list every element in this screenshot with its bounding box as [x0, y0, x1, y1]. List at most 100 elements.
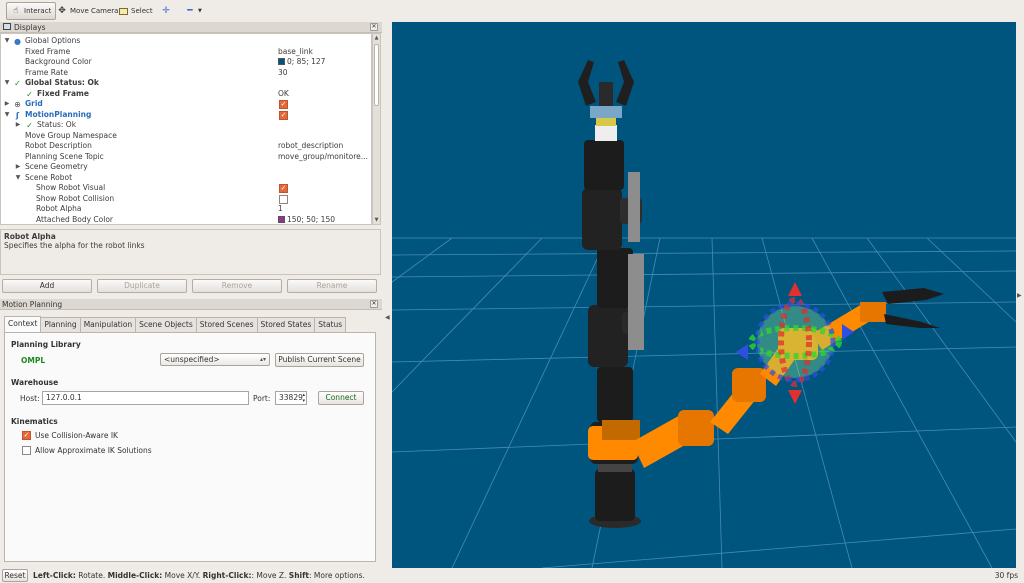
grid-enabled-checkbox[interactable]: ✓: [279, 100, 288, 109]
port-label: Port:: [253, 394, 271, 403]
focus-camera-tool-button[interactable]: ✛: [156, 2, 179, 20]
tree-row-show-robot-collision[interactable]: Show Robot Collision: [1, 193, 371, 205]
publish-current-scene-button[interactable]: Publish Current Scene: [275, 353, 364, 367]
planning-library-heading: Planning Library: [11, 340, 81, 349]
check-icon: ✓: [23, 431, 30, 439]
tree-value[interactable]: 30: [278, 68, 288, 79]
expand-down-icon[interactable]: ▼: [3, 78, 11, 89]
tree-row-grid[interactable]: ▶ ⊕ Grid ✓: [1, 99, 371, 110]
tree-row-scene-geometry[interactable]: ▶ Scene Geometry: [1, 162, 371, 173]
expand-right-icon[interactable]: ▶: [14, 120, 22, 131]
tree-value-color[interactable]: 150; 50; 150: [278, 214, 335, 225]
expand-down-icon[interactable]: ▼: [3, 110, 11, 121]
expand-right-icon[interactable]: ▶: [14, 162, 22, 173]
minus-icon: ━: [187, 6, 193, 16]
scroll-down-icon[interactable]: ▼: [373, 217, 380, 223]
collision-aware-ik-checkbox[interactable]: ✓: [22, 431, 31, 440]
rename-button[interactable]: Rename: [287, 279, 377, 293]
color-value: 150; 50; 150: [287, 214, 335, 224]
tab-scene-objects[interactable]: Scene Objects: [135, 317, 197, 332]
tree-row-scene-robot[interactable]: ▼ Scene Robot: [1, 173, 371, 184]
render-viewport[interactable]: [392, 22, 1016, 568]
expand-down-icon[interactable]: ▼: [14, 173, 22, 184]
tree-label: Robot Alpha: [36, 204, 82, 213]
tab-status[interactable]: Status: [314, 317, 347, 332]
tab-manipulation[interactable]: Manipulation: [79, 317, 137, 332]
right-panel-edge[interactable]: ▶: [1016, 22, 1024, 568]
tree-label: Show Robot Collision: [36, 193, 115, 203]
tree-row-status-ok[interactable]: ▶ ✓ Status: Ok: [1, 120, 371, 131]
tree-label: Show Robot Visual: [36, 183, 106, 192]
displays-tree[interactable]: ▼ ● Global Options Fixed Frame base_link…: [0, 33, 372, 225]
expand-right-icon[interactable]: ▶: [1017, 292, 1022, 299]
motion-planning-enabled-checkbox[interactable]: ✓: [279, 110, 288, 120]
select-label: Select: [131, 7, 153, 15]
tree-value[interactable]: move_group/monitore...: [278, 152, 368, 163]
tree-row-planning-scene-topic[interactable]: Planning Scene Topic move_group/monitore…: [1, 151, 371, 163]
hint-right-action: : Move Z.: [251, 571, 289, 580]
tree-label: Grid: [25, 99, 43, 108]
approximate-ik-checkbox[interactable]: [22, 446, 31, 455]
tree-row-attached-body-color[interactable]: Attached Body Color 150; 50; 150: [1, 214, 371, 225]
tab-planning[interactable]: Planning: [40, 317, 81, 332]
main-toolbar: ☝ Interact ✥ Move Camera Select ✛ ━ ▼: [0, 0, 1024, 22]
tree-label: Frame Rate: [25, 67, 68, 77]
approximate-ik-label: Allow Approximate IK Solutions: [35, 446, 152, 455]
host-input[interactable]: 127.0.0.1: [42, 391, 249, 405]
motion-planning-panel-header: Motion Planning ✕: [0, 299, 382, 310]
displays-title: Displays: [14, 23, 46, 32]
planner-select[interactable]: <unspecified> ▴▾: [160, 353, 270, 366]
close-icon[interactable]: ✕: [370, 23, 378, 31]
scroll-up-icon[interactable]: ▲: [373, 35, 380, 41]
tree-row-frame-rate[interactable]: Frame Rate 30: [1, 67, 371, 79]
close-icon[interactable]: ✕: [370, 300, 378, 308]
check-icon: ✓: [26, 121, 33, 130]
tree-value[interactable]: base_link: [278, 47, 313, 58]
connect-button[interactable]: Connect: [318, 391, 364, 405]
tree-row-show-robot-visual[interactable]: Show Robot Visual ✓: [1, 183, 371, 194]
fps-counter: 30 fps: [994, 571, 1018, 580]
show-robot-visual-checkbox[interactable]: ✓: [279, 184, 288, 193]
interact-tool-button[interactable]: ☝ Interact: [6, 2, 57, 20]
scrollbar-thumb[interactable]: [374, 44, 379, 106]
duplicate-button[interactable]: Duplicate: [97, 279, 187, 293]
tree-row-global-status[interactable]: ▼ ✓ Global Status: Ok: [1, 78, 371, 89]
monitor-icon: [3, 23, 11, 30]
show-robot-collision-checkbox[interactable]: [279, 194, 288, 204]
motion-planning-title: Motion Planning: [2, 300, 63, 309]
scene-3d: [392, 60, 1016, 568]
hint-middle-click: Middle-Click:: [107, 571, 163, 580]
tree-label: Planning Scene Topic: [25, 151, 104, 161]
tree-value[interactable]: 1: [278, 204, 283, 215]
remove-button[interactable]: Remove: [192, 279, 282, 293]
tree-label: Global Options: [25, 36, 81, 45]
reset-button[interactable]: Reset: [2, 569, 28, 582]
property-description: Robot Alpha Specifies the alpha for the …: [0, 229, 381, 275]
add-tool-dropdown[interactable]: ━ ▼: [180, 2, 207, 20]
displays-scrollbar[interactable]: ▲ ▼: [372, 33, 381, 225]
description-title: Robot Alpha: [4, 232, 56, 241]
port-spinbox[interactable]: 33829 ▴ ▾: [275, 391, 307, 405]
tree-row-fixed-frame[interactable]: Fixed Frame base_link: [1, 47, 371, 58]
host-label: Host:: [20, 394, 40, 403]
tree-value[interactable]: robot_description: [278, 141, 343, 152]
select-tool-button[interactable]: Select: [114, 2, 158, 20]
tab-stored-scenes[interactable]: Stored Scenes: [195, 317, 258, 332]
tree-row-robot-description[interactable]: Robot Description robot_description: [1, 141, 371, 152]
tree-row-motion-planning[interactable]: ▼ ʃ MotionPlanning ✓: [1, 110, 371, 121]
tree-value-color[interactable]: 0; 85; 127: [278, 57, 325, 68]
tab-context[interactable]: Context: [4, 316, 42, 332]
expand-down-icon[interactable]: ▼: [3, 36, 11, 47]
tree-row-global-options[interactable]: ▼ ● Global Options: [1, 36, 371, 47]
move-camera-tool-button[interactable]: ✥ Move Camera: [52, 2, 123, 20]
tab-stored-states[interactable]: Stored States: [256, 317, 316, 332]
tree-row-robot-alpha[interactable]: Robot Alpha 1: [1, 204, 371, 215]
panel-splitter[interactable]: ◀: [383, 22, 392, 568]
status-bar: Reset Left-Click: Rotate. Middle-Click: …: [0, 568, 1024, 583]
tree-row-background-color[interactable]: Background Color 0; 85; 127: [1, 57, 371, 68]
tree-row-move-group-namespace[interactable]: Move Group Namespace: [1, 131, 371, 142]
collapse-left-icon[interactable]: ◀: [385, 314, 390, 321]
expand-right-icon[interactable]: ▶: [3, 99, 11, 110]
add-button[interactable]: Add: [2, 279, 92, 293]
tree-row-fixed-frame-status[interactable]: ✓ Fixed Frame OK: [1, 89, 371, 100]
